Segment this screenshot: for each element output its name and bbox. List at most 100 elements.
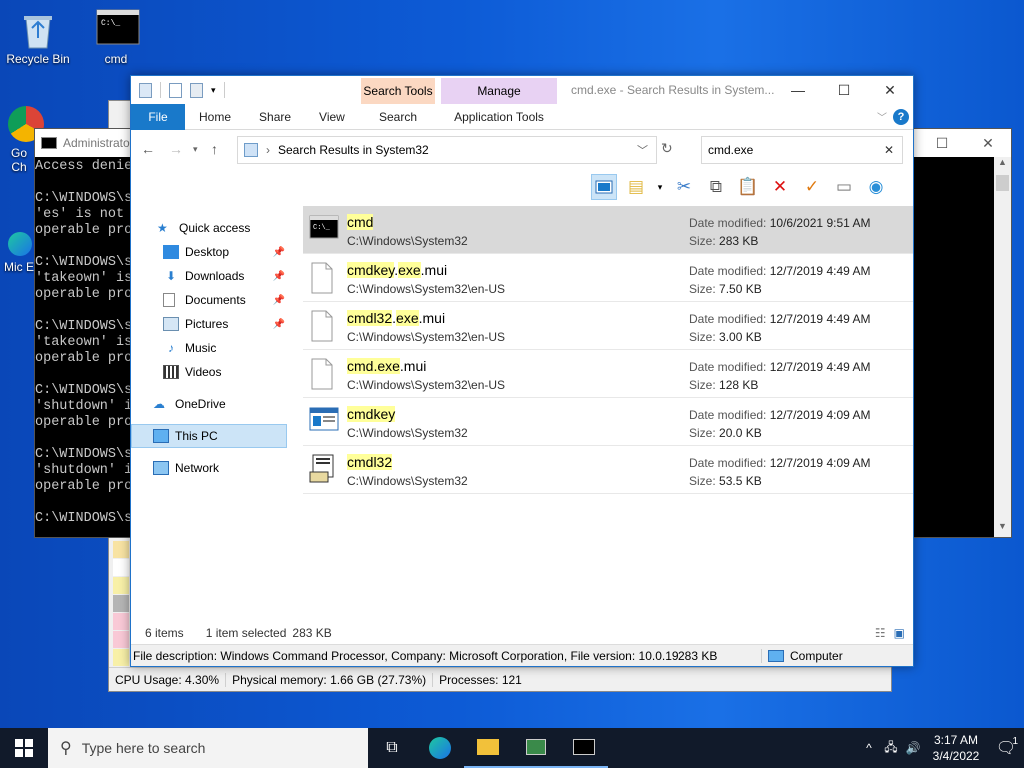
console-scrollbar[interactable]: ▲ ▼: [994, 157, 1011, 537]
nav-item-network[interactable]: Network: [141, 456, 291, 480]
new-folder-icon[interactable]: [190, 82, 203, 98]
dropdown-icon[interactable]: ▾: [655, 174, 665, 200]
edge-icon: [8, 232, 32, 256]
console-maximize-button[interactable]: ☐: [919, 135, 965, 152]
clock[interactable]: 3:17 AM 3/4/2022: [924, 732, 988, 764]
tab-file[interactable]: File: [131, 103, 185, 130]
file-name-part: cmdkey: [347, 262, 395, 278]
edge-taskbar-icon[interactable]: [416, 728, 464, 768]
search-input[interactable]: cmd.exe: [708, 143, 753, 157]
desktop-icon-chrome[interactable]: Go Ch: [0, 106, 44, 174]
console-app-icon: C:\_: [309, 214, 339, 244]
forward-button[interactable]: →: [165, 141, 187, 157]
recent-locations-icon[interactable]: ▾: [193, 144, 198, 155]
file-name-part: cmd.exe: [347, 358, 400, 374]
result-row[interactable]: cmdkey C:\Windows\System32 Date modified: …: [303, 398, 913, 446]
rename-check-icon[interactable]: ✓: [799, 174, 825, 200]
date-modified-value: 10/6/2021 9:51 AM: [769, 216, 871, 230]
nav-item-desktop[interactable]: Desktop 📌: [141, 240, 291, 264]
date-modified-label: Date modified:: [689, 408, 767, 422]
date-modified-label: Date modified:: [689, 216, 767, 230]
task-manager-taskbar-icon[interactable]: [512, 728, 560, 768]
result-row[interactable]: cmdl32.exe.mui C:\Windows\System32\en-US D…: [303, 302, 913, 350]
result-row[interactable]: cmdl32 C:\Windows\System32 Date modified: …: [303, 446, 913, 494]
file-name: cmd.exe.mui: [347, 358, 426, 374]
paste-icon[interactable]: 📋: [735, 174, 761, 200]
network-tray-icon[interactable]: 🖧: [880, 738, 902, 759]
scroll-up-arrow-icon[interactable]: ▲: [994, 157, 1011, 173]
desktop-icon-edge[interactable]: Mic E: [0, 232, 34, 274]
result-row[interactable]: cmdkey.exe.mui C:\Windows\System32\en-US D…: [303, 254, 913, 302]
notification-center-button[interactable]: 🗨 1: [988, 736, 1024, 758]
scroll-down-arrow-icon[interactable]: ▼: [994, 521, 1011, 537]
file-explorer-window[interactable]: ▾ Search Tools Manage cmd.exe - Search R…: [130, 75, 914, 667]
tab-search[interactable]: Search: [361, 104, 435, 130]
file-name-part: exe: [396, 310, 419, 326]
nav-item-quick-access[interactable]: ★ Quick access: [141, 216, 291, 240]
up-button[interactable]: ↑: [204, 141, 226, 157]
videos-icon: [163, 365, 179, 379]
nav-item-videos[interactable]: Videos: [141, 360, 291, 384]
tab-view[interactable]: View: [305, 104, 359, 130]
clear-search-icon[interactable]: ✕: [884, 143, 894, 157]
file-explorer-taskbar-icon[interactable]: [464, 728, 512, 768]
search-box[interactable]: cmd.exe ✕: [701, 136, 903, 164]
tab-home[interactable]: Home: [185, 104, 245, 130]
task-view-button[interactable]: ⧉: [368, 728, 416, 768]
desktop-icon-label: Mic E: [4, 260, 34, 274]
expand-ribbon-icon[interactable]: ﹀: [877, 109, 887, 124]
desktop-icon-cmd[interactable]: C:\_ cmd: [80, 8, 152, 66]
copy-icon[interactable]: ⧉: [703, 174, 729, 200]
tab-application-tools[interactable]: Application Tools: [441, 104, 557, 130]
cloud-icon: ☁: [153, 397, 165, 411]
open-globe-icon[interactable]: ◉: [863, 174, 889, 200]
show-hidden-icons-icon[interactable]: ^: [858, 741, 880, 755]
properties-tool-icon[interactable]: ▭: [831, 174, 857, 200]
delete-icon[interactable]: ✕: [767, 174, 793, 200]
details-view-icon[interactable]: ☷: [875, 626, 886, 640]
explorer-titlebar[interactable]: ▾ Search Tools Manage cmd.exe - Search R…: [131, 76, 913, 104]
nav-item-downloads[interactable]: ⬇ Downloads 📌: [141, 264, 291, 288]
taskbar-search-box[interactable]: ⚲ Type here to search: [48, 728, 368, 768]
nav-item-onedrive[interactable]: ☁ OneDrive: [141, 392, 291, 416]
desktop-icon-recycle-bin[interactable]: Recycle Bin: [2, 8, 74, 66]
search-results-list: C:\_ cmd C:\Windows\System32 Date modified:…: [303, 206, 913, 494]
system-tray: ^ 🖧 🔊 3:17 AM 3/4/2022 🗨 1: [858, 728, 1024, 768]
explorer-app-icon: [139, 82, 152, 98]
result-row[interactable]: cmd.exe.mui C:\Windows\System32\en-US Date…: [303, 350, 913, 398]
nav-item-this-pc[interactable]: This PC: [131, 424, 287, 448]
size-label: Size:: [689, 234, 716, 248]
large-icons-view-icon[interactable]: ▣: [894, 626, 905, 640]
address-dropdown-icon[interactable]: ﹀: [637, 142, 648, 158]
quick-access-toolbar: ▾: [131, 82, 225, 98]
properties-icon[interactable]: [169, 82, 182, 98]
taskbar-search-input[interactable]: Type here to search: [82, 740, 206, 756]
new-folder-tool-icon[interactable]: ▤: [623, 174, 649, 200]
close-button[interactable]: ✕: [867, 76, 913, 104]
date-modified-label: Date modified:: [689, 360, 767, 374]
help-icon[interactable]: ?: [893, 108, 909, 125]
volume-icon[interactable]: 🔊: [902, 741, 924, 755]
nav-item-pictures[interactable]: Pictures 📌: [141, 312, 291, 336]
start-button[interactable]: [0, 728, 48, 768]
address-bar[interactable]: › Search Results in System32 ﹀: [237, 136, 657, 164]
cut-icon[interactable]: ✂: [671, 174, 697, 200]
scroll-thumb[interactable]: [996, 175, 1009, 191]
cmd-taskbar-icon[interactable]: [560, 728, 608, 768]
window-app-icon: [309, 406, 339, 436]
preview-pane-icon[interactable]: [591, 174, 617, 200]
blank-file-icon: [309, 262, 339, 294]
tab-share[interactable]: Share: [245, 104, 305, 130]
minimize-button[interactable]: —: [775, 76, 821, 104]
customize-toolbar-dropdown-icon[interactable]: ▾: [211, 85, 216, 96]
desktop-folder-icon: [163, 245, 179, 259]
nav-item-documents[interactable]: Documents 📌: [141, 288, 291, 312]
refresh-button[interactable]: ↻: [661, 140, 673, 157]
console-close-button[interactable]: ✕: [965, 135, 1011, 152]
nav-item-music[interactable]: ♪ Music: [141, 336, 291, 360]
window-title: cmd.exe - Search Results in System...: [571, 83, 775, 97]
task-manager-heat-strips: [113, 541, 129, 671]
back-button[interactable]: ←: [137, 141, 159, 157]
result-row[interactable]: C:\_ cmd C:\Windows\System32 Date modified:…: [303, 206, 913, 254]
maximize-button[interactable]: ☐: [821, 76, 867, 104]
